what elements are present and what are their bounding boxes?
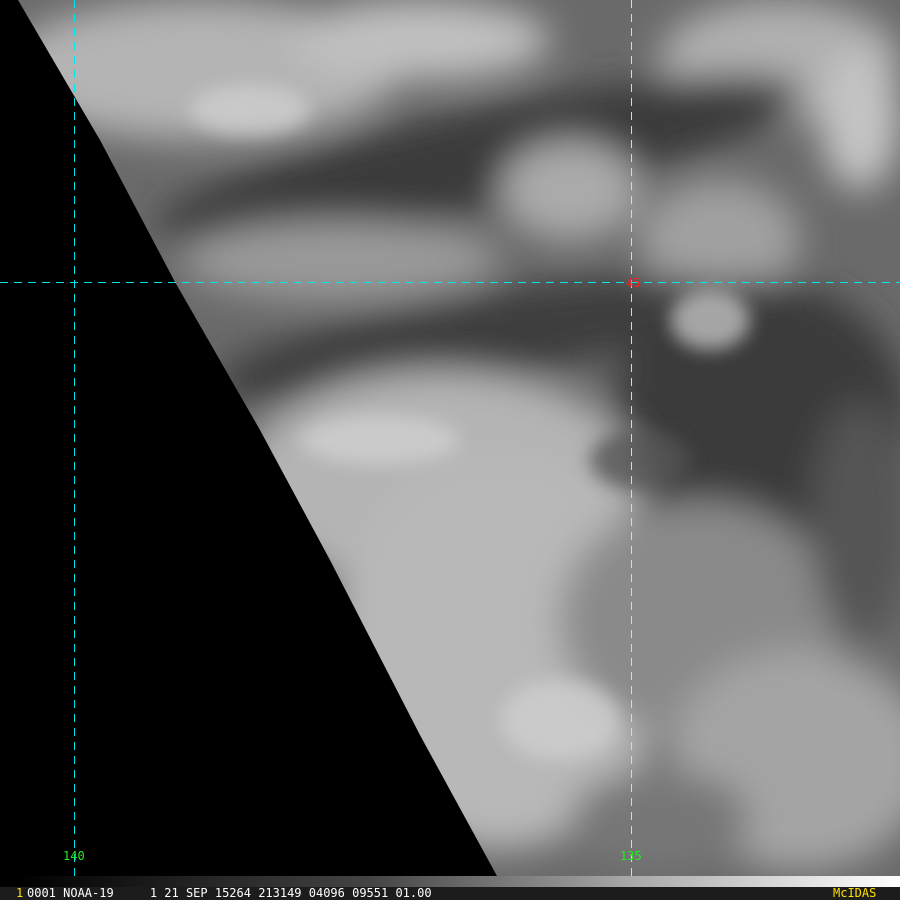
mcidas-brand: McIDAS	[833, 886, 877, 900]
frame-number: 1	[16, 886, 24, 900]
cloud-imagery	[0, 0, 900, 887]
lon-label-135: 135	[620, 849, 642, 863]
satellite-image-viewer: 140 135 45 1 0001 NOAA-19 1 21 SEP 15264…	[0, 0, 900, 900]
lat-label-45: 45	[626, 276, 641, 290]
image-info-text: 0001 NOAA-19 1 21 SEP 15264 213149 04096…	[27, 886, 432, 900]
info-bar: 1 0001 NOAA-19 1 21 SEP 15264 213149 040…	[0, 887, 900, 900]
lon-label-140: 140	[63, 849, 85, 863]
